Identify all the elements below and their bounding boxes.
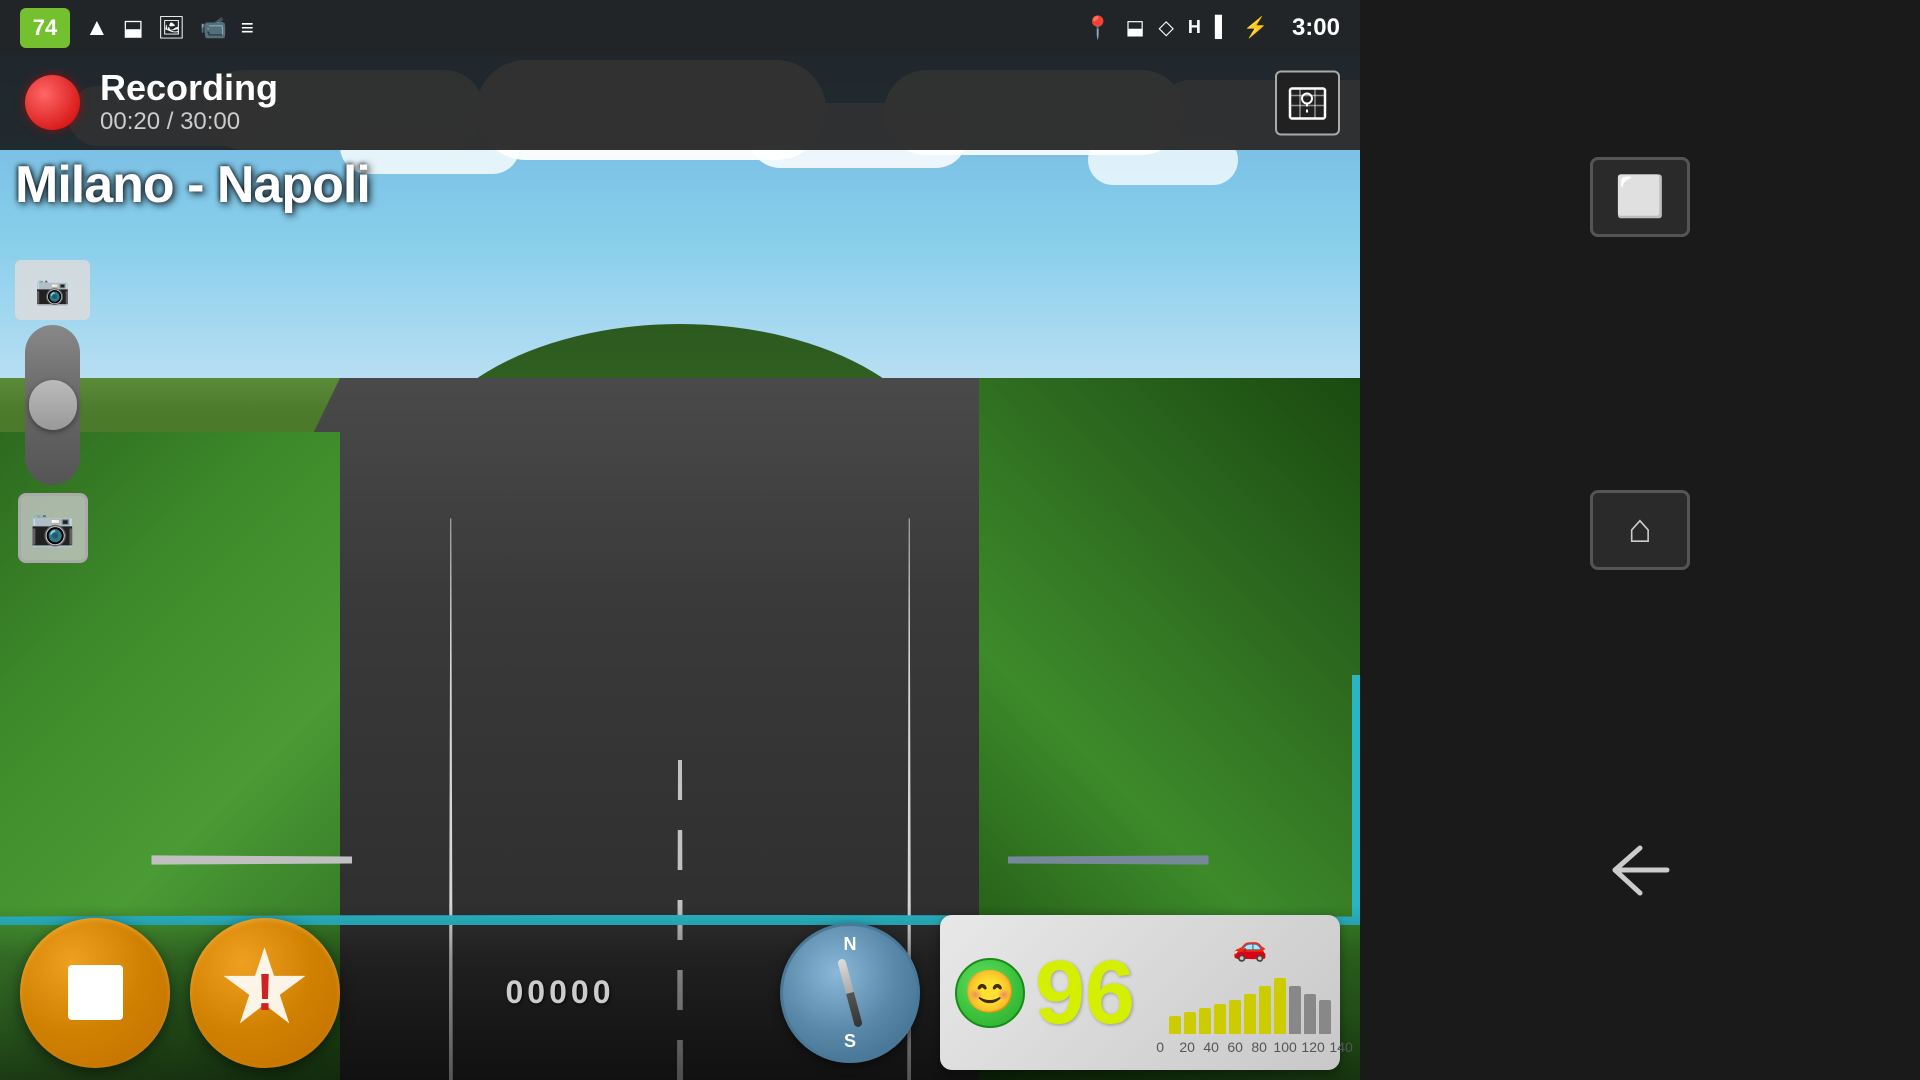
guardrail-right xyxy=(1008,855,1209,864)
alert-button[interactable]: ! xyxy=(190,918,340,1068)
status-right-icons: 📍 ⬓ ◇ H ▌ ⚡ 3:00 xyxy=(1084,14,1340,42)
map-icon xyxy=(1285,80,1330,125)
speed-bar-6 xyxy=(1244,994,1256,1034)
home-icon: ⌂ xyxy=(1628,507,1652,552)
odometer-value: 00000 xyxy=(360,974,760,1011)
zoom-thumb xyxy=(29,380,77,430)
scale-0: 0 xyxy=(1145,1039,1175,1055)
speed-bar-7 xyxy=(1259,986,1271,1034)
speed-bar-11 xyxy=(1319,1000,1331,1034)
home-button[interactable]: ⌂ xyxy=(1590,490,1690,570)
video-icon: 📹 xyxy=(200,15,227,41)
speed-bar-4 xyxy=(1214,1004,1226,1034)
speed-bar-10 xyxy=(1304,994,1316,1034)
speed-display: 96 xyxy=(1035,948,1135,1038)
smiley-icon: 😊 xyxy=(964,968,1016,1017)
map-button[interactable] xyxy=(1275,70,1340,135)
left-controls: 📷 📷 xyxy=(15,260,90,563)
speed-chart-area: 🚗 0 xyxy=(1145,925,1355,1060)
speed-bar-3 xyxy=(1199,1008,1211,1034)
signal-badge: 74 xyxy=(20,8,70,48)
bottom-bar: ! 00000 N S 😊 96 xyxy=(0,905,1360,1080)
speed-bar-chart xyxy=(1169,969,1331,1034)
scale-120: 120 xyxy=(1299,1039,1327,1055)
recording-info: Recording 00:20 / 30:00 xyxy=(100,68,278,136)
recents-icon: ⬜ xyxy=(1615,173,1665,220)
smiley-indicator: 😊 xyxy=(955,958,1025,1028)
photo-capture-button[interactable]: 📷 xyxy=(18,493,88,563)
stop-icon xyxy=(68,965,123,1020)
camera-icon: 📷 xyxy=(30,507,75,549)
compass-south-label: S xyxy=(844,1031,856,1052)
car-top-icon: 🚗 xyxy=(1233,930,1268,963)
speed-bar-8 xyxy=(1274,978,1286,1034)
back-button[interactable] xyxy=(1585,823,1695,923)
scale-100: 100 xyxy=(1271,1039,1299,1055)
scale-60: 60 xyxy=(1223,1039,1247,1055)
scale-140: 140 xyxy=(1327,1039,1355,1055)
status-icons: ▲ ⬓ 🖼 📹 ≡ xyxy=(85,14,1084,42)
diamond-icon: ◇ xyxy=(1158,15,1173,40)
scale-40: 40 xyxy=(1199,1039,1223,1055)
clock: 3:00 xyxy=(1292,14,1340,42)
location-icon: 📍 xyxy=(1084,15,1111,41)
needle-north xyxy=(837,958,854,994)
recording-indicator xyxy=(25,75,80,130)
speed-bar-5 xyxy=(1229,1000,1241,1034)
back-arrow-icon xyxy=(1605,843,1675,898)
odometer-area: 00000 xyxy=(360,974,760,1011)
bottom-content: ! 00000 N S 😊 96 xyxy=(0,905,1360,1080)
status-bar: 74 ▲ ⬓ 🖼 📹 ≡ 📍 ⬓ ◇ H ▌ ⚡ 3:00 xyxy=(0,0,1360,55)
alert-exclamation: ! xyxy=(256,967,273,1019)
recent-apps-button[interactable]: ⬜ xyxy=(1590,157,1690,237)
blue-accent-bar xyxy=(1352,675,1360,925)
compass: N S xyxy=(780,923,920,1063)
video-record-button[interactable]: 📷 xyxy=(15,260,90,320)
battery-icon: ⚡ xyxy=(1243,15,1268,40)
scale-80: 80 xyxy=(1247,1039,1271,1055)
recording-title: Recording xyxy=(100,68,278,108)
photo-icon: 🖼 xyxy=(158,15,186,41)
speed-bar-9 xyxy=(1289,986,1301,1034)
needle-south xyxy=(846,991,863,1027)
bluetooth-status-icon: ⬓ xyxy=(1126,15,1145,40)
camera-view-area: 74 ▲ ⬓ 🖼 📹 ≡ 📍 ⬓ ◇ H ▌ ⚡ 3:00 Recording … xyxy=(0,0,1360,1080)
recording-time: 00:20 / 30:00 xyxy=(100,108,278,137)
zoom-slider[interactable] xyxy=(25,325,80,485)
navigation-icon: ▲ xyxy=(85,14,109,42)
signal-bars-icon: ▌ xyxy=(1215,16,1229,39)
route-label: Milano - Napoli xyxy=(15,155,370,215)
video-camera-icon: 📷 xyxy=(35,274,70,307)
speed-bar-1 xyxy=(1169,1016,1181,1034)
speed-scale: 0 20 40 60 80 100 120 140 xyxy=(1145,1039,1355,1055)
speed-bar-2 xyxy=(1184,1012,1196,1034)
right-sidebar: ⬜ ⌂ xyxy=(1360,0,1920,1080)
scale-20: 20 xyxy=(1175,1039,1199,1055)
signal-h-icon: H xyxy=(1188,17,1201,38)
compass-needle xyxy=(837,958,863,1028)
bluetooth-icon: ⬓ xyxy=(123,15,144,41)
recording-bar: Recording 00:20 / 30:00 xyxy=(0,55,1360,150)
speed-panel: 😊 96 🚗 xyxy=(940,915,1340,1070)
grid-icon: ≡ xyxy=(241,15,254,41)
guardrail-left xyxy=(152,855,353,864)
compass-north-label: N xyxy=(844,934,857,955)
stop-button[interactable] xyxy=(20,918,170,1068)
